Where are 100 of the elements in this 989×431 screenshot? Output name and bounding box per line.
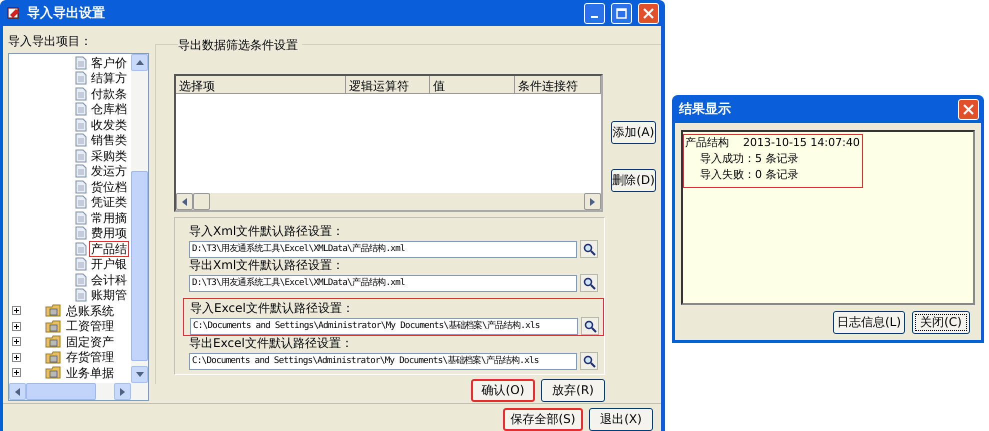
document-icon [75,288,87,302]
tree-item[interactable]: 开户银 [90,257,128,272]
tree-item[interactable]: 账期管 [90,288,128,302]
minimize-button[interactable] [584,2,605,24]
action-button[interactable]: 添加(A) [611,121,656,144]
dialog-button[interactable]: 日志信息(L) [833,311,905,334]
tree-item[interactable]: 结算方 [90,71,128,86]
expand-icon[interactable] [12,368,21,378]
arrow-left-icon [14,388,21,396]
tree-item[interactable]: 凭证类 [90,195,128,210]
maximize-button[interactable] [611,2,632,24]
search-icon [584,320,596,332]
browse-button[interactable] [580,352,598,370]
tree-item[interactable]: 存货管理 [65,350,115,364]
column-header[interactable]: 值 [430,76,515,94]
document-icon [75,242,87,256]
document-icon [75,148,87,163]
document-icon [75,133,87,148]
document-icon [75,118,87,132]
document-icon [75,180,87,194]
close-button[interactable] [958,98,979,120]
minimize-icon [591,16,598,18]
tree-item[interactable]: 固定资产 [65,334,115,349]
form-button[interactable]: 确认(O) [471,379,535,402]
footer-button[interactable]: 退出(X) [589,408,653,431]
close-icon [643,8,654,18]
app-icon [7,6,21,20]
tree-item[interactable]: 业务单据 [65,366,115,380]
tree-item[interactable]: 总账系统 [65,304,115,318]
close-button[interactable] [638,2,659,24]
column-header[interactable]: 选择项 [176,76,346,94]
arrow-up-icon [136,59,144,66]
dialog-title: 结果显示 [679,101,732,118]
document-icon [75,210,87,225]
arrow-right-icon [119,388,126,396]
vertical-scrollbar[interactable] [131,54,148,383]
form-button[interactable]: 放弃(R) [541,379,605,402]
folder-icon [45,303,62,318]
tree-item[interactable]: 会计科 [90,272,128,287]
tree-item[interactable]: 客户价 [90,56,128,70]
document-icon [75,56,87,70]
action-button[interactable]: 删除(D) [611,169,656,192]
column-header[interactable]: 条件连接符 [515,76,601,94]
dialog-button[interactable]: 关闭(C) [912,311,970,334]
expand-icon[interactable] [12,352,21,362]
search-icon [582,354,596,368]
window-title: 导入导出设置 [27,4,106,22]
tree-item[interactable]: 货位档 [90,180,128,194]
browse-button[interactable] [580,240,598,258]
horizontal-scrollbar[interactable] [9,383,148,400]
path-label: 导入Xml文件默认路径设置： [189,224,346,239]
tree-item[interactable]: 采购类 [90,148,128,163]
result-time: 2013-10-15 14:07:40 [743,135,860,151]
group-title: 导出数据筛选条件设置 [178,37,302,54]
document-icon [75,272,87,287]
search-icon [582,276,596,290]
tree-item[interactable]: 收发类 [90,118,128,132]
horizontal-scrollbar[interactable] [176,193,601,210]
path-field[interactable]: D:\T3\用友通系统工具\Excel\XMLData\产品结构.xml [189,274,577,292]
path-field[interactable]: C:\Documents and Settings\Administrator\My Documents\基础档案\产品结构.xls [189,352,577,370]
search-icon [582,242,596,256]
document-icon [75,257,87,272]
footer-button[interactable]: 保存全部(S) [503,408,583,431]
arrow-right-icon [589,198,596,206]
column-header[interactable]: 逻辑运算符 [346,76,430,94]
path-label: 导出Xml文件默认路径设置： [189,258,346,273]
tree-item[interactable]: 仓库档 [90,102,128,116]
folder-icon [45,350,62,365]
folder-icon [45,365,62,380]
close-icon [963,104,974,114]
tree-item[interactable]: 付款条 [90,86,128,101]
result-item: 产品结构 [685,135,729,151]
document-icon [75,71,87,86]
result-line: 导入成功：5 条记录 [699,151,800,167]
expand-icon[interactable] [12,306,21,316]
path-label: 导入Excel文件默认路径设置： [190,301,355,316]
path-field[interactable]: C:\Documents and Settings\Administrator\My Documents\基础档案\产品结构.xls [190,318,578,334]
tree-item[interactable]: 费用项 [90,226,128,240]
tree-item[interactable]: 发运方 [90,164,128,178]
tree-item[interactable]: 常用摘 [90,210,128,225]
folder-icon [45,318,62,334]
browse-button[interactable] [581,317,599,335]
tree-label: 导入导出项目： [8,34,93,49]
expand-icon[interactable] [12,337,21,346]
document-icon [75,164,87,178]
tree-item[interactable]: 产品结 [90,242,128,256]
arrow-left-icon [181,198,188,206]
path-label: 导出Excel文件默认路径设置： [189,336,354,351]
path-field[interactable]: D:\T3\用友通系统工具\Excel\XMLData\产品结构.xml [189,240,577,258]
result-line: 导入失败：0 条记录 [699,167,800,183]
document-icon [75,226,87,240]
document-icon [75,102,87,116]
arrow-down-icon [136,371,144,378]
tree-item[interactable]: 销售类 [90,133,128,148]
maximize-icon [616,8,627,18]
document-icon [75,195,87,210]
folder-icon [45,334,62,350]
expand-icon[interactable] [12,322,21,331]
browse-button[interactable] [580,274,598,292]
tree-item[interactable]: 工资管理 [65,319,115,334]
